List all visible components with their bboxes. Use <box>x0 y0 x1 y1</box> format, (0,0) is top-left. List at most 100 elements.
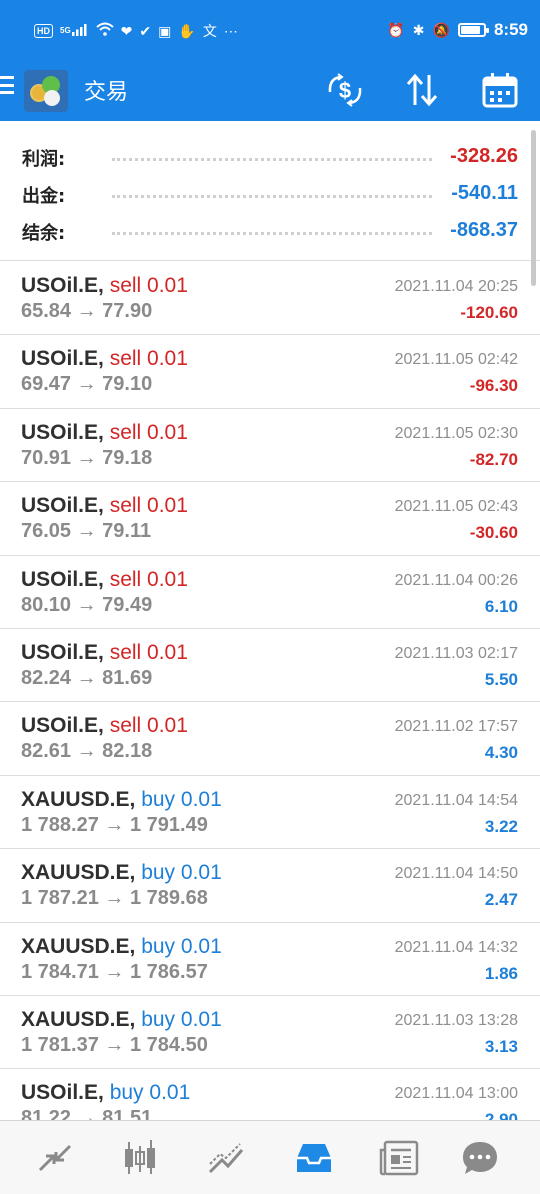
nav-history[interactable] <box>289 1135 339 1181</box>
trade-action: buy 0.01 <box>141 1007 222 1031</box>
shield-check-icon: ✔ <box>139 22 152 39</box>
trade-profit: -82.70 <box>469 449 518 469</box>
trade-datetime: 2021.11.04 13:00 <box>394 1085 518 1103</box>
nav-chart[interactable] <box>115 1135 165 1181</box>
trade-profit: -120.60 <box>460 303 518 322</box>
trade-row[interactable]: XAUUSD.E, buy 0.01 1 788.27 → 1 791.49 202… <box>0 776 540 850</box>
dotted-leader <box>112 232 432 235</box>
more-notifications-icon: ⋯ <box>223 22 238 39</box>
trade-row[interactable]: XAUUSD.E, buy 0.01 1 781.37 → 1 784.50 202… <box>0 996 540 1070</box>
app-logo-icon[interactable] <box>24 70 68 112</box>
trade-history-list: USOil.E, sell 0.01 65.84 → 77.90 2021.11.0… <box>0 262 540 1120</box>
trade-row[interactable]: USOil.E, sell 0.01 70.91 → 79.18 2021.11.0… <box>0 409 540 483</box>
trade-datetime: 2021.11.03 13:28 <box>394 1011 518 1029</box>
trade-datetime: 2021.11.04 14:32 <box>394 938 518 956</box>
symbol-name: USOil.E, <box>21 1081 104 1105</box>
header: HD 5G ❤ ✔ ▣ ✋ 文 ⋯ ⏰ ✱ 🔕 8:59 交易 $ <box>0 0 540 121</box>
line-chart-icon <box>208 1143 244 1174</box>
trade-action: sell 0.01 <box>109 347 188 371</box>
trade-symbol: USOil.E, sell 0.01 <box>21 494 188 518</box>
trade-row[interactable]: USOil.E, buy 0.01 81.22 → 81.51 2021.11.04… <box>0 1069 540 1120</box>
trade-symbol: XAUUSD.E, buy 0.01 <box>21 935 222 959</box>
symbol-name: USOil.E, <box>21 347 104 371</box>
trade-datetime: 2021.11.05 02:30 <box>394 424 518 442</box>
summary-balance-row: 结余: -868.37 <box>0 211 540 247</box>
dotted-leader <box>112 195 432 198</box>
trade-profit: 2.47 <box>484 890 518 910</box>
symbol-name: XAUUSD.E, <box>21 787 136 811</box>
trade-symbol: XAUUSD.E, buy 0.01 <box>21 788 222 812</box>
trade-action: sell 0.01 <box>109 494 188 518</box>
summary-profit-row: 利润: -328.26 <box>0 137 540 173</box>
trade-row[interactable]: USOil.E, sell 0.01 82.61 → 82.18 2021.11.0… <box>0 702 540 776</box>
trade-profit: 3.22 <box>484 816 518 836</box>
trade-action: sell 0.01 <box>109 640 188 664</box>
trade-datetime: 2021.11.04 20:25 <box>394 278 518 295</box>
nav-quotes[interactable] <box>30 1135 80 1181</box>
symbol-name: USOil.E, <box>21 714 104 738</box>
trade-row[interactable]: XAUUSD.E, buy 0.01 1 787.21 → 1 789.68 202… <box>0 849 540 923</box>
trade-profit: 5.50 <box>484 669 518 689</box>
trade-profit: 3.13 <box>484 1036 518 1056</box>
trade-datetime: 2021.11.04 00:26 <box>394 571 518 589</box>
trade-profit: -96.30 <box>469 376 518 396</box>
trade-prices: 81.22 → 81.51 <box>21 1107 153 1120</box>
nav-news[interactable] <box>375 1135 425 1181</box>
trade-profit: 6.10 <box>484 596 518 616</box>
trade-datetime: 2021.11.03 02:17 <box>394 644 518 662</box>
trade-prices: 80.10 → 79.49 <box>21 593 153 616</box>
trade-symbol: XAUUSD.E, buy 0.01 <box>21 1008 222 1032</box>
trade-symbol: USOil.E, buy 0.01 <box>21 1081 190 1105</box>
sort-icon[interactable] <box>402 70 442 110</box>
chat-bubble-icon <box>463 1142 497 1174</box>
trade-row[interactable]: USOil.E, sell 0.01 76.05 → 79.11 2021.11.0… <box>0 482 540 556</box>
menu-icon[interactable] <box>0 74 16 96</box>
nav-trade[interactable] <box>202 1135 252 1181</box>
bottom-nav <box>0 1120 540 1194</box>
clock: 8:59 <box>493 20 528 39</box>
trade-prices: 69.47 → 79.10 <box>21 373 153 396</box>
symbol-name: XAUUSD.E, <box>21 861 136 885</box>
trade-profit: 2.90 <box>484 1110 518 1120</box>
history-tray-icon <box>297 1144 331 1172</box>
calendar-icon[interactable] <box>480 70 520 110</box>
trade-prices: 1 781.37 → 1 784.50 <box>21 1033 208 1056</box>
trade-prices: 76.05 → 79.11 <box>21 520 152 543</box>
trade-datetime: 2021.11.04 14:54 <box>394 791 518 809</box>
withdrawal-label: 出金: <box>22 186 66 207</box>
trade-action: buy 0.01 <box>141 934 222 958</box>
trade-action: sell 0.01 <box>109 420 188 444</box>
trade-row[interactable]: XAUUSD.E, buy 0.01 1 784.71 → 1 786.57 202… <box>0 923 540 996</box>
trade-symbol: USOil.E, sell 0.01 <box>21 274 188 298</box>
trade-profit: 4.30 <box>484 743 518 763</box>
trade-symbol: USOil.E, sell 0.01 <box>21 568 188 592</box>
trade-prices: 65.84 → 77.90 <box>21 300 153 322</box>
symbol-name: USOil.E, <box>21 494 104 518</box>
hand-icon: ✋ <box>178 22 196 39</box>
svg-text:$: $ <box>339 78 351 103</box>
hd-badge: HD <box>34 23 53 38</box>
candlestick-chart-icon <box>125 1140 155 1174</box>
trade-prices: 82.61 → 82.18 <box>21 740 153 763</box>
trade-symbol: XAUUSD.E, buy 0.01 <box>21 861 222 885</box>
trade-action: buy 0.01 <box>141 787 222 811</box>
trade-row[interactable]: USOil.E, sell 0.01 80.10 → 79.49 2021.11.0… <box>0 556 540 629</box>
news-icon <box>379 1140 419 1176</box>
trade-prices: 1 784.71 → 1 786.57 <box>21 960 208 983</box>
currency-exchange-icon[interactable]: $ <box>325 70 365 110</box>
symbol-name: USOil.E, <box>21 274 104 297</box>
battery-icon <box>457 23 489 37</box>
status-right: ⏰ ✱ 🔕 8:59 <box>387 20 528 40</box>
trade-row[interactable]: USOil.E, sell 0.01 69.47 → 79.10 2021.11.0… <box>0 335 540 409</box>
trade-row[interactable]: USOil.E, sell 0.01 82.24 → 81.69 2021.11.0… <box>0 629 540 703</box>
status-left: HD 5G ❤ ✔ ▣ ✋ 文 ⋯ <box>34 22 238 39</box>
trade-action: buy 0.01 <box>141 861 222 885</box>
trade-prices: 1 788.27 → 1 791.49 <box>21 813 208 836</box>
profit-value: -328.26 <box>450 145 518 167</box>
trade-prices: 70.91 → 79.18 <box>21 446 153 469</box>
profit-label: 利润: <box>22 149 66 170</box>
trade-row[interactable]: USOil.E, sell 0.01 65.84 → 77.90 2021.11.0… <box>0 262 540 336</box>
nav-chat[interactable] <box>455 1135 505 1181</box>
status-bar: HD 5G ❤ ✔ ▣ ✋ 文 ⋯ ⏰ ✱ 🔕 8:59 <box>0 0 540 64</box>
symbol-name: XAUUSD.E, <box>21 934 136 958</box>
